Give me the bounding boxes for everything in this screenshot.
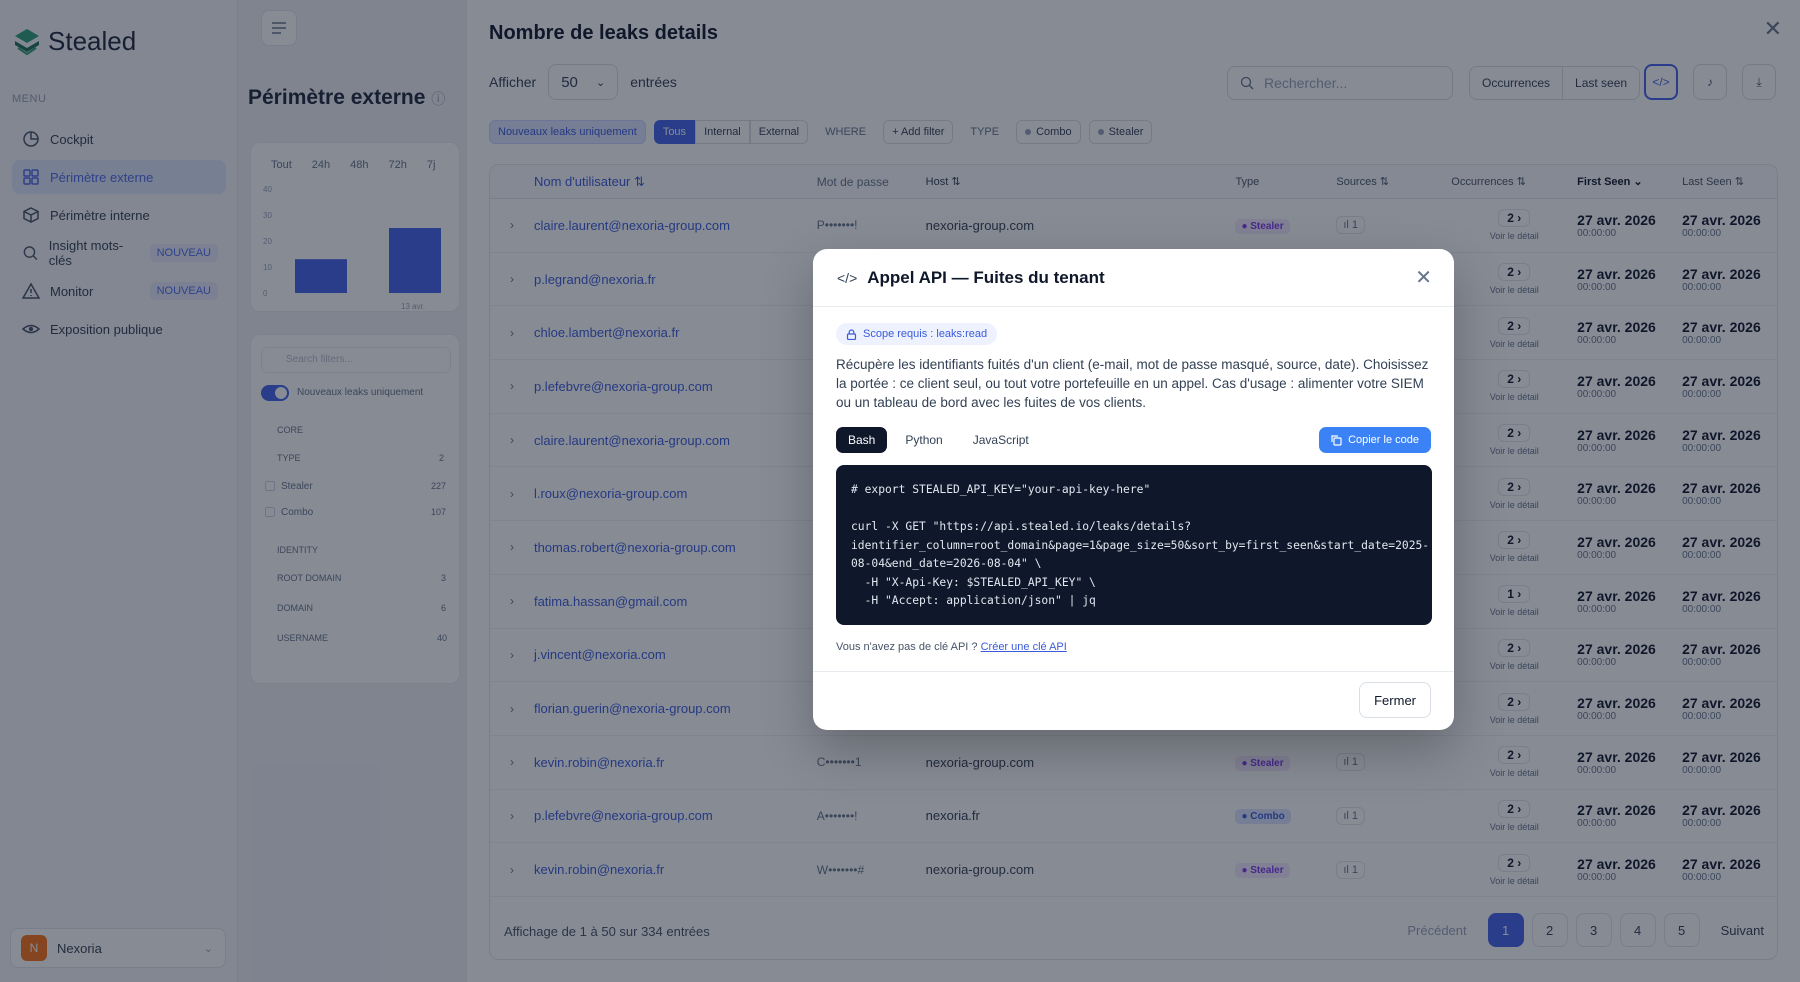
modal-header: </> Appel API — Fuites du tenant ✕	[813, 249, 1454, 307]
copy-icon	[1331, 434, 1342, 446]
modal-title: Appel API — Fuites du tenant	[867, 267, 1105, 287]
code-text: # export STEALED_API_KEY="your-api-key-h…	[851, 483, 1430, 607]
modal-description: Récupère les identifiants fuités d'un cl…	[836, 357, 1429, 410]
api-call-modal: </> Appel API — Fuites du tenant ✕ Scope…	[813, 249, 1454, 730]
lock-icon	[846, 328, 857, 340]
close-icon[interactable]: ✕	[1415, 265, 1432, 290]
scope-badge: Scope requis : leaks:read	[836, 323, 998, 345]
close-button[interactable]: Fermer	[1359, 682, 1431, 718]
modal-footer: Fermer	[813, 671, 1454, 730]
code-icon: </>	[837, 269, 858, 286]
code-block[interactable]: # export STEALED_API_KEY="your-api-key-h…	[836, 465, 1432, 625]
tab-bash[interactable]: Bash	[836, 427, 888, 453]
create-api-key-link[interactable]: Créer une clé API	[981, 641, 1067, 653]
no-key-hint: Vous n'avez pas de clé API ? Créer une c…	[836, 641, 1067, 653]
copy-code-button[interactable]: Copier le code	[1319, 427, 1431, 453]
language-tabs: Bash Python JavaScript	[836, 427, 1041, 453]
tab-python[interactable]: Python	[893, 427, 954, 453]
tab-javascript[interactable]: JavaScript	[961, 427, 1041, 453]
